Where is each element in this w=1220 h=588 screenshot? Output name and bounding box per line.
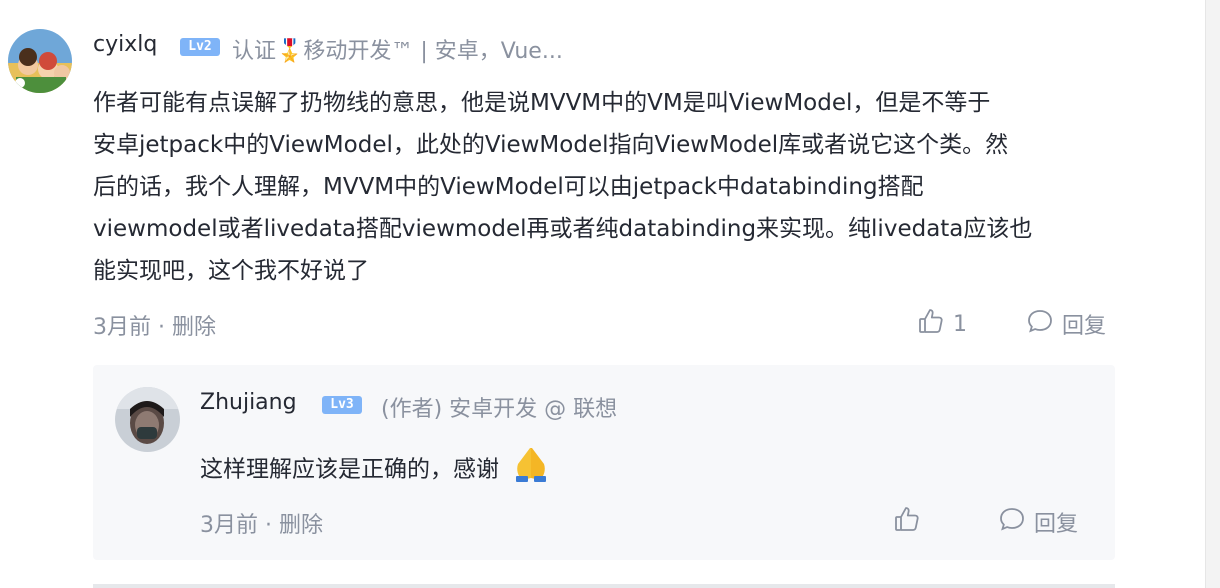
- reply-text: 这样理解应该是正确的，感谢: [200, 442, 552, 498]
- user-title: (作者) 安卓开发 @ 联想: [381, 397, 618, 422]
- username[interactable]: cyixlq: [93, 32, 157, 57]
- like-button[interactable]: 1: [917, 307, 967, 341]
- comment-text: 作者可能有点误解了扔物线的意思，他是说MVVM中的VM是叫ViewModel，但…: [93, 90, 1033, 284]
- reply-body: 这样理解应该是正确的，感谢: [200, 456, 499, 483]
- avatar[interactable]: [115, 387, 180, 452]
- pray-emoji-icon: [510, 442, 552, 498]
- reply-footer: 3月前 · 删除: [200, 507, 323, 539]
- reply-label: 回复: [1062, 314, 1107, 339]
- thumbs-up-icon: [917, 307, 945, 341]
- comment-bubble-icon: [1026, 307, 1054, 341]
- comment-bubble-icon: [998, 505, 1026, 539]
- comment-footer: 3月前 · 删除: [93, 309, 216, 341]
- reply-button[interactable]: 回复: [1026, 307, 1106, 341]
- timestamp: 3月前: [200, 513, 258, 538]
- separator: ·: [151, 315, 172, 340]
- user-title: 认证🎖️移动开发™ | 安卓，Vue...: [232, 39, 563, 64]
- delete-button[interactable]: 删除: [279, 513, 323, 538]
- scrollbar[interactable]: [1205, 0, 1220, 588]
- thumbs-up-icon: [893, 505, 921, 539]
- reply-button[interactable]: 回复: [998, 505, 1078, 539]
- level-badge: Lv2: [180, 38, 220, 56]
- divider: [93, 584, 1115, 588]
- delete-button[interactable]: 删除: [172, 315, 216, 340]
- reply-label: 回复: [1034, 512, 1079, 537]
- like-count: 1: [953, 311, 967, 337]
- comment-section: cyixlq Lv2 认证🎖️移动开发™ | 安卓，Vue... 作者可能有点误…: [0, 0, 1220, 588]
- like-button[interactable]: [893, 505, 921, 539]
- level-badge: Lv3: [322, 396, 362, 414]
- timestamp: 3月前: [93, 315, 151, 340]
- username[interactable]: Zhujiang: [200, 390, 297, 415]
- separator: ·: [258, 513, 279, 538]
- avatar[interactable]: [8, 29, 72, 93]
